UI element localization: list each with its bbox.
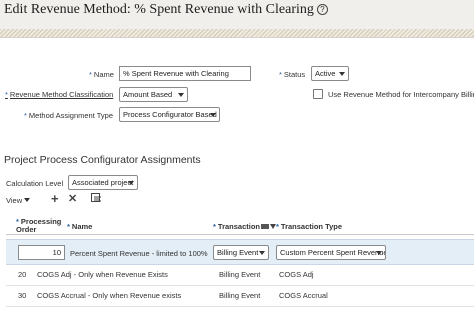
table-row[interactable]: 20 COGS Adj - Only when Revenue Exists B…: [6, 266, 474, 286]
row-order: 20: [18, 270, 27, 279]
row-order: 30: [18, 291, 27, 300]
row-name: COGS Adj - Only when Revenue Exists: [37, 270, 168, 279]
assignment-type-label: * Method Assignment Type: [24, 111, 114, 120]
plus-icon[interactable]: +: [51, 192, 59, 205]
intercompany-checkbox[interactable]: [313, 89, 323, 99]
detach-icon[interactable]: [91, 193, 102, 207]
calc-level-select[interactable]: Associated project: [68, 175, 138, 190]
table-row[interactable]: 10 Percent Spent Revenue - limited to 10…: [6, 239, 474, 265]
status-label: * Status: [279, 70, 306, 79]
classification-select[interactable]: Amount Based: [119, 87, 188, 102]
table-row[interactable]: 30 COGS Accrual - Only when Revenue exis…: [6, 287, 474, 307]
row-name: COGS Accrual - Only when Revenue exists: [37, 291, 182, 300]
transaction-type-select[interactable]: Custom Percent Spent Revenue: [276, 245, 386, 260]
page-title: Edit Revenue Method: % Spent Revenue wit…: [4, 2, 328, 18]
calc-level-label: Calculation Level: [6, 179, 64, 188]
row-transaction: Billing Event: [219, 291, 261, 300]
processing-order-input[interactable]: 10: [18, 245, 65, 260]
page-title-text: Edit Revenue Method: % Spent Revenue wit…: [4, 2, 314, 17]
table-header: * Processing Order * Name * Transaction * Tr…: [6, 211, 474, 235]
classification-label: * Revenue Method Classification: [5, 90, 114, 99]
chevron-down-icon: [210, 113, 216, 117]
assignment-type-select[interactable]: Process Configurator Based: [119, 107, 220, 122]
detach-icon-svg: [91, 193, 101, 202]
column-sort-icon[interactable]: [261, 224, 270, 229]
header-decoration: [0, 29, 474, 37]
help-icon[interactable]: ?: [316, 4, 328, 15]
chevron-down-icon: [376, 251, 382, 255]
section-title: Project Process Configurator Assignments: [4, 154, 201, 166]
row-transaction-type: COGS Adj: [279, 270, 314, 279]
name-label: * Name: [89, 70, 114, 79]
status-select[interactable]: Active: [311, 66, 349, 81]
name-field[interactable]: % Spent Revenue with Clearing: [119, 66, 251, 81]
chevron-down-icon: [259, 251, 265, 255]
row-transaction: Billing Event: [219, 270, 261, 279]
row-name: Percent Spent Revenue - limited to 100%: [70, 249, 208, 258]
chevron-down-icon: [128, 181, 134, 185]
col-name[interactable]: * Name: [67, 223, 92, 231]
col-transaction-type[interactable]: * Transaction Type: [276, 223, 342, 231]
chevron-down-icon: [339, 72, 345, 76]
chevron-down-icon: [178, 93, 184, 97]
page-header: Edit Revenue Method: % Spent Revenue wit…: [0, 0, 474, 38]
view-menu[interactable]: View: [6, 196, 31, 205]
assignments-table: * Processing Order * Name * Transaction * Tr…: [6, 211, 474, 313]
col-transaction[interactable]: * Transaction: [213, 223, 277, 231]
transaction-select[interactable]: Billing Event: [213, 245, 269, 260]
x-icon[interactable]: ✕: [68, 193, 77, 205]
row-transaction-type: COGS Accrual: [279, 291, 328, 300]
chevron-down-icon: [24, 198, 31, 202]
intercompany-label: Use Revenue Method for Intercompany Bill…: [328, 90, 474, 99]
col-processing-order[interactable]: * Processing Order: [16, 218, 61, 234]
